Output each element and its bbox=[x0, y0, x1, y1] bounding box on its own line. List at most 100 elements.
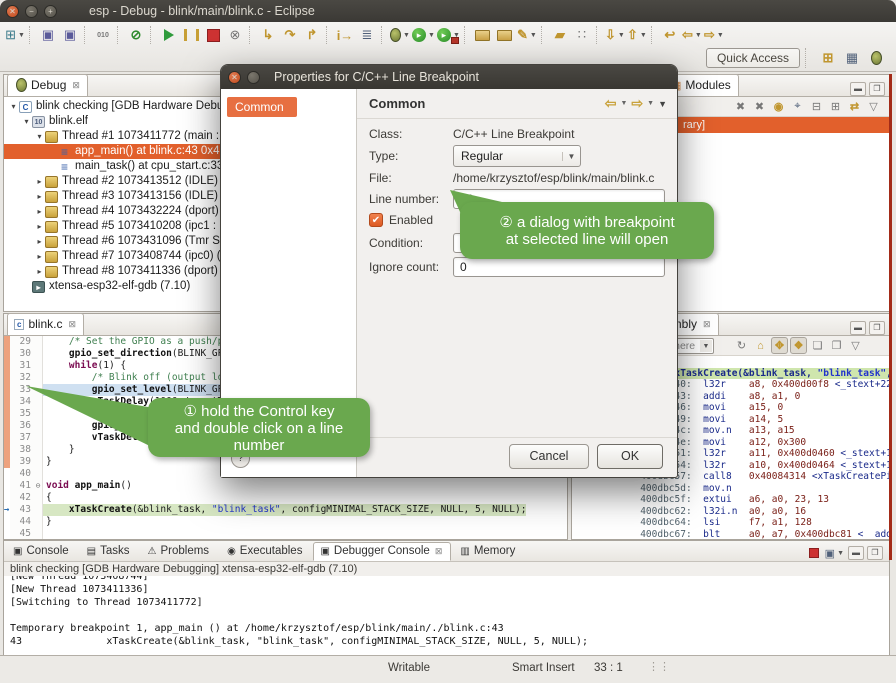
back-icon[interactable]: ⇦ bbox=[605, 95, 617, 112]
enabled-checkbox[interactable]: ✔ bbox=[369, 213, 383, 227]
sidebar-item-common[interactable]: Common bbox=[227, 97, 297, 117]
fold-marker-icon[interactable] bbox=[34, 528, 43, 539]
toolbar-icon[interactable]: ▼ bbox=[651, 26, 656, 44]
chevron-down-icon[interactable]: ▼ bbox=[640, 32, 647, 39]
minimize-icon[interactable]: ▬ bbox=[850, 82, 866, 96]
expand-arrow-icon[interactable]: ▾ bbox=[21, 114, 32, 129]
minimize-icon[interactable]: ▬ bbox=[850, 321, 866, 335]
toolbar-icon[interactable]: ▼ bbox=[437, 25, 460, 45]
toolbar-icon[interactable]: ↷ ▼ bbox=[280, 25, 300, 45]
modules-toolbar-icon[interactable]: ⇄ bbox=[846, 98, 863, 115]
toolbar-icon[interactable]: ↱ ▼ bbox=[302, 25, 322, 45]
forward-icon[interactable]: ⇨ bbox=[631, 95, 643, 112]
console-tab[interactable]: ▥ Memory bbox=[453, 542, 524, 561]
display-console-icon[interactable]: ▣▼ bbox=[825, 545, 844, 561]
fold-marker-icon[interactable] bbox=[34, 504, 43, 516]
disassembly-toolbar-icon[interactable]: ▽ bbox=[847, 337, 864, 354]
toolbar-icon[interactable]: 010 ▼ bbox=[93, 25, 113, 45]
fold-marker-icon[interactable] bbox=[34, 360, 43, 372]
chevron-down-icon[interactable]: ▼ bbox=[700, 340, 712, 352]
expand-arrow-icon[interactable]: ▸ bbox=[34, 204, 45, 219]
terminate-console-icon[interactable] bbox=[805, 545, 823, 561]
editor-line[interactable]: 42 { bbox=[4, 492, 567, 504]
toolbar-icon[interactable]: ▼ bbox=[249, 26, 254, 44]
modules-toolbar-icon[interactable]: ▽ bbox=[865, 98, 882, 115]
type-dropdown[interactable]: Regular ▼ bbox=[453, 145, 581, 167]
chevron-down-icon[interactable]: ▼ bbox=[717, 32, 724, 39]
toolbar-icon[interactable]: ≣ ▼ bbox=[357, 25, 377, 45]
perspective-icon[interactable]: ▦ bbox=[842, 48, 862, 68]
chevron-down-icon[interactable]: ▼ bbox=[562, 152, 580, 161]
disassembly-toolbar-icon[interactable]: ❏ bbox=[809, 337, 826, 354]
toolbar-icon[interactable]: ⊞ ▼ bbox=[5, 25, 25, 45]
modules-toolbar-icon[interactable]: ◉ bbox=[770, 98, 787, 115]
chevron-down-icon[interactable]: ▼ bbox=[428, 32, 435, 39]
fold-marker-icon[interactable] bbox=[34, 336, 43, 348]
dialog-minimize-icon[interactable] bbox=[247, 71, 260, 84]
fold-marker-icon[interactable] bbox=[34, 372, 43, 384]
line-number[interactable]: 43 bbox=[10, 504, 34, 516]
toolbar-icon[interactable]: ▼ bbox=[495, 25, 515, 45]
fold-marker-icon[interactable] bbox=[34, 516, 43, 528]
chevron-down-icon[interactable]: ▼ bbox=[620, 100, 627, 107]
drag-handle[interactable]: ⋮⋮ bbox=[648, 660, 670, 673]
line-number[interactable]: 45 bbox=[10, 528, 34, 539]
line-number[interactable]: 41 bbox=[10, 480, 34, 492]
ok-button[interactable]: OK bbox=[597, 444, 663, 469]
modules-toolbar-icon[interactable]: ✖ bbox=[732, 98, 749, 115]
chevron-down-icon[interactable]: ▼ bbox=[18, 32, 25, 39]
modules-selected-row[interactable]: rary] bbox=[661, 117, 889, 133]
toolbar-icon[interactable]: ▼ bbox=[464, 26, 469, 44]
ignore-count-input[interactable] bbox=[453, 257, 665, 277]
expand-arrow-icon[interactable]: ▾ bbox=[34, 129, 45, 144]
toolbar-icon[interactable]: ▼ bbox=[390, 25, 410, 45]
perspective-icon[interactable]: ⊞ bbox=[818, 48, 838, 68]
maximize-icon[interactable]: ❐ bbox=[869, 321, 885, 335]
editor-line[interactable]: 44 } bbox=[4, 516, 567, 528]
toolbar-icon[interactable]: ▼ bbox=[117, 26, 122, 44]
toolbar-icon[interactable]: ▼ bbox=[541, 26, 546, 44]
toolbar-icon[interactable]: ▼ bbox=[203, 25, 223, 45]
expand-arrow-icon[interactable]: ▸ bbox=[34, 264, 45, 279]
toolbar-icon[interactable]: ⇦ ▼ bbox=[682, 25, 702, 45]
close-icon[interactable]: ⊠ bbox=[72, 80, 80, 91]
expand-arrow-icon[interactable]: ▸ bbox=[34, 249, 45, 264]
toolbar-icon[interactable]: ▼ bbox=[29, 26, 34, 44]
toolbar-icon[interactable]: ↳ ▼ bbox=[258, 25, 278, 45]
editor-line[interactable]: 45 bbox=[4, 528, 567, 539]
cancel-button[interactable]: Cancel bbox=[509, 444, 589, 469]
toolbar-icon[interactable]: ∷ ▼ bbox=[572, 25, 592, 45]
chevron-down-icon[interactable]: ▼ bbox=[403, 32, 410, 39]
toolbar-icon[interactable]: ▼ bbox=[412, 25, 435, 45]
window-maximize-icon[interactable]: + bbox=[44, 5, 57, 18]
close-icon[interactable]: ⊠ bbox=[435, 546, 443, 557]
toolbar-icon[interactable]: ⊗ ▼ bbox=[225, 25, 245, 45]
toolbar-icon[interactable]: ▼ bbox=[150, 26, 155, 44]
chevron-down-icon[interactable]: ▼ bbox=[647, 100, 654, 107]
line-number[interactable]: 39 bbox=[10, 456, 34, 468]
close-icon[interactable]: ⊠ bbox=[68, 319, 76, 330]
disassembly-toolbar-icon[interactable]: ⌂ bbox=[752, 337, 769, 354]
close-icon[interactable]: ⊠ bbox=[703, 319, 711, 330]
modules-toolbar-icon[interactable]: ⌖ bbox=[789, 98, 806, 115]
toolbar-icon[interactable]: ▼ bbox=[381, 26, 386, 44]
expand-arrow-icon[interactable]: ▸ bbox=[34, 174, 45, 189]
editor-line[interactable]: → 43 xTaskCreate(&blink_task, "blink_tas… bbox=[4, 504, 567, 516]
toolbar-icon[interactable]: ↩ ▼ bbox=[660, 25, 680, 45]
tab-debug[interactable]: Debug ⊠ bbox=[7, 74, 88, 96]
modules-toolbar-icon[interactable]: ⊟ bbox=[808, 98, 825, 115]
toolbar-icon[interactable]: ▼ bbox=[326, 26, 331, 44]
toolbar-icon[interactable]: ▼ bbox=[159, 25, 179, 45]
fold-marker-icon[interactable] bbox=[34, 468, 43, 480]
toolbar-icon[interactable]: ▣ ▼ bbox=[38, 25, 58, 45]
line-number[interactable]: 29 bbox=[10, 336, 34, 348]
line-number[interactable]: 30 bbox=[10, 348, 34, 360]
line-number[interactable]: 32 bbox=[10, 372, 34, 384]
chevron-down-icon[interactable]: ▼ bbox=[530, 32, 537, 39]
fold-marker-icon[interactable]: ⊖ bbox=[34, 480, 43, 492]
console-tab[interactable]: ▤ Tasks bbox=[80, 542, 139, 561]
console-output[interactable]: [New Thread 1073408744][New Thread 10734… bbox=[4, 576, 889, 656]
perspective-icon[interactable] bbox=[866, 48, 886, 68]
chevron-down-icon[interactable]: ▼ bbox=[453, 32, 460, 39]
chevron-down-icon[interactable]: ▼ bbox=[695, 32, 702, 39]
